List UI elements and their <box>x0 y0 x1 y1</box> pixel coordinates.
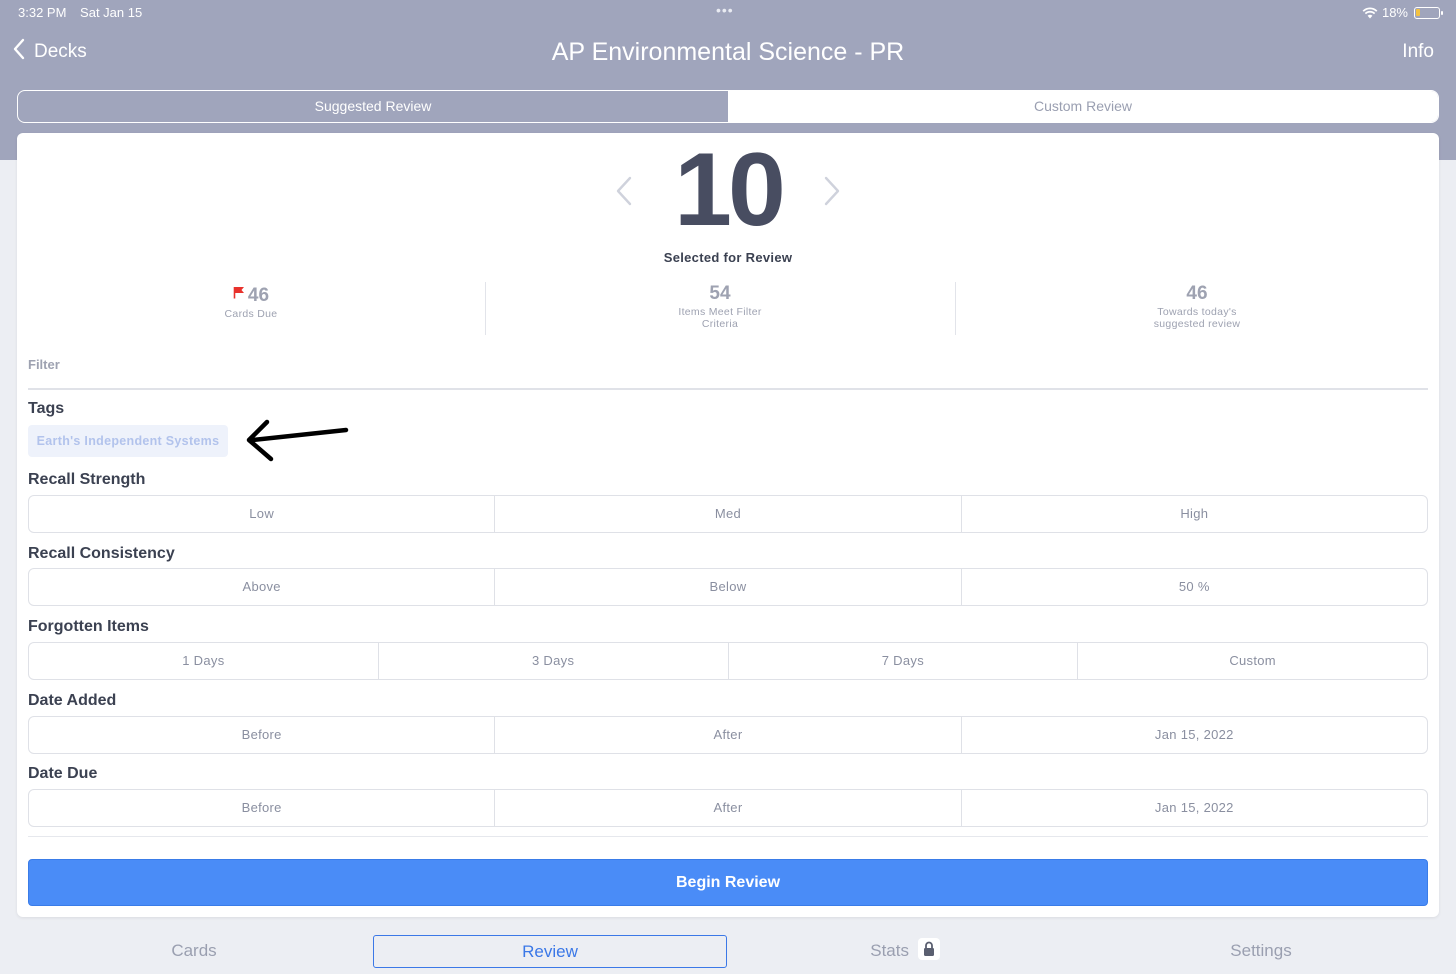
stat-cards-due-value: 46 <box>247 285 270 306</box>
tags-title: Tags <box>28 400 65 417</box>
recall-consistency-percent[interactable]: 50 % <box>962 569 1427 605</box>
tab-settings[interactable]: Settings <box>1084 935 1438 968</box>
date-due-title: Date Due <box>28 765 98 782</box>
forgotten-items-title: Forgotten Items <box>28 618 149 635</box>
recall-strength-med[interactable]: Med <box>495 496 962 532</box>
status-time: 3:32 PM <box>18 5 67 20</box>
selected-count: 10 <box>674 132 786 248</box>
stats-row: 46 Cards Due 54 Items Meet Filter Criter… <box>17 282 1439 336</box>
recall-strength-low[interactable]: Low <box>29 496 496 532</box>
battery-percent: 18% <box>1381 5 1408 20</box>
recall-consistency-title: Recall Consistency <box>28 545 175 562</box>
annotation-arrow-icon <box>243 416 353 471</box>
date-due-after[interactable]: After <box>495 790 962 826</box>
multitasking-dots-icon[interactable]: ••• <box>716 2 734 18</box>
date-added-title: Date Added <box>28 692 117 709</box>
status-date: Sat Jan 15 <box>80 5 143 20</box>
forgotten-3-days[interactable]: 3 Days <box>379 643 729 679</box>
tag-chip[interactable]: Earth's Independent Systems <box>28 425 228 457</box>
stat-filter-matches-value: 54 <box>709 283 731 304</box>
stat-divider <box>955 282 956 335</box>
stat-filter-matches-label: Items Meet Filter Criteria <box>678 306 762 330</box>
stat-divider <box>485 282 486 335</box>
forgotten-custom[interactable]: Custom <box>1078 643 1427 679</box>
tab-custom-review[interactable]: Custom Review <box>728 91 1438 122</box>
date-due-date[interactable]: Jan 15, 2022 <box>962 790 1427 826</box>
recall-strength-selector: Low Med High <box>28 495 1428 533</box>
recall-strength-title: Recall Strength <box>28 471 146 488</box>
forgotten-7-days[interactable]: 7 Days <box>729 643 1079 679</box>
status-bar: 3:32 PM Sat Jan 15 ••• 18% <box>0 0 1456 26</box>
forgotten-items-selector: 1 Days 3 Days 7 Days Custom <box>28 642 1428 680</box>
lock-icon <box>917 938 940 960</box>
tab-stats-label: Stats <box>870 941 909 960</box>
date-due-selector: Before After Jan 15, 2022 <box>28 789 1428 827</box>
wifi-icon <box>1362 7 1378 19</box>
recall-consistency-above[interactable]: Above <box>29 569 496 605</box>
recall-consistency-below[interactable]: Below <box>495 569 962 605</box>
date-due-before[interactable]: Before <box>29 790 496 826</box>
bottom-tab-bar: Cards Review Stats Settings <box>0 930 1456 974</box>
increase-count-button[interactable] <box>822 175 842 212</box>
stat-cards-due: 46 Cards Due <box>151 282 351 320</box>
red-flag-icon <box>233 282 245 306</box>
filter-divider <box>28 388 1428 390</box>
date-added-before[interactable]: Before <box>29 717 496 753</box>
stat-cards-due-value-wrap: 46 <box>151 282 351 308</box>
date-added-after[interactable]: After <box>495 717 962 753</box>
tab-review[interactable]: Review <box>373 935 727 968</box>
tab-cards[interactable]: Cards <box>17 935 371 968</box>
recall-consistency-selector: Above Below 50 % <box>28 568 1428 606</box>
stat-suggested-value: 46 <box>1186 283 1208 304</box>
status-left: 3:32 PM Sat Jan 15 <box>18 5 152 20</box>
selected-count-label: Selected for Review <box>663 250 793 265</box>
begin-review-button[interactable]: Begin Review <box>28 859 1428 906</box>
info-button[interactable]: Info <box>1402 41 1434 63</box>
date-added-date[interactable]: Jan 15, 2022 <box>962 717 1427 753</box>
tab-suggested-review[interactable]: Suggested Review <box>18 91 728 122</box>
status-right: 18% <box>1362 5 1443 20</box>
filter-heading: Filter <box>28 357 60 372</box>
stat-suggested: 46 Towards today's suggested review <box>1132 282 1262 330</box>
list-divider <box>28 836 1428 837</box>
stat-suggested-label: Towards today's suggested review <box>1153 306 1241 330</box>
review-mode-segmented-control: Suggested Review Custom Review <box>17 90 1439 123</box>
recall-strength-high[interactable]: High <box>962 496 1427 532</box>
stat-filter-matches: 54 Items Meet Filter Criteria <box>660 282 780 330</box>
stat-cards-due-label: Cards Due <box>224 308 278 320</box>
battery-fill <box>1416 8 1420 16</box>
battery-icon <box>1414 6 1443 19</box>
forgotten-1-days[interactable]: 1 Days <box>29 643 379 679</box>
tab-stats[interactable]: Stats <box>728 935 1082 968</box>
page-title: AP Environmental Science - PR <box>551 38 905 66</box>
date-added-selector: Before After Jan 15, 2022 <box>28 716 1428 754</box>
